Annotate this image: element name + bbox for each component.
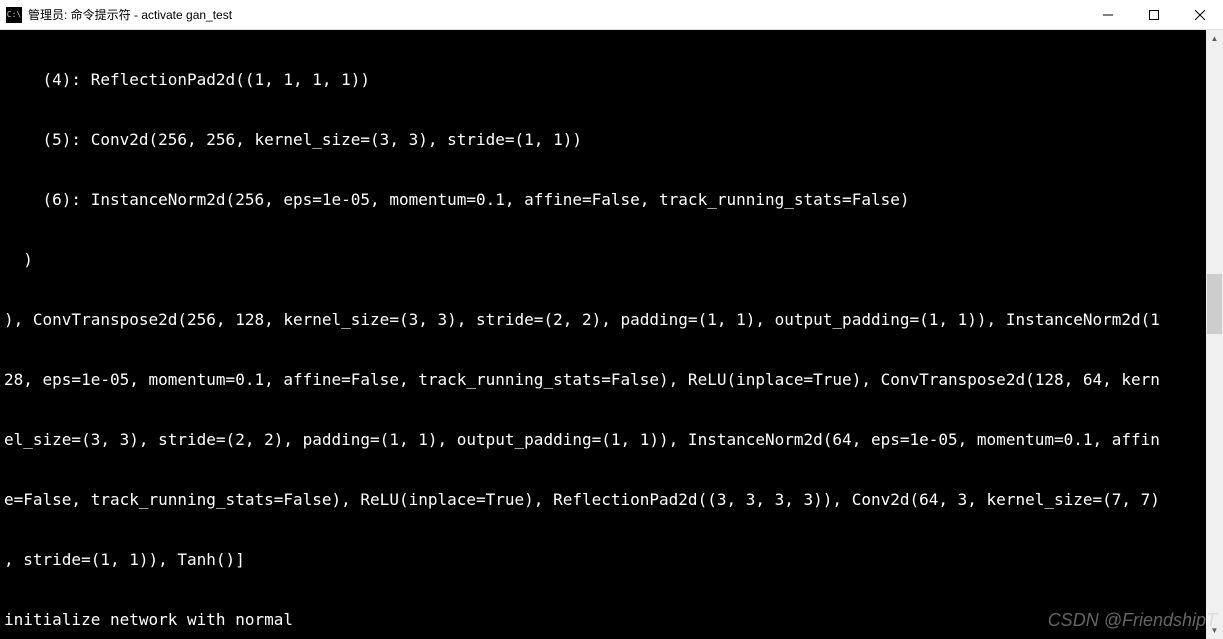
scroll-thumb[interactable]: [1207, 274, 1222, 334]
scrollbar[interactable]: ▲ ▼: [1206, 30, 1223, 639]
window-controls: [1085, 0, 1223, 29]
scroll-down-arrow[interactable]: ▼: [1206, 622, 1223, 639]
terminal-line: , stride=(1, 1)), Tanh()]: [4, 550, 1219, 570]
terminal-output[interactable]: (4): ReflectionPad2d((1, 1, 1, 1)) (5): …: [0, 30, 1223, 639]
terminal-line: e=False, track_running_stats=False), ReL…: [4, 490, 1219, 510]
terminal-line: ), ConvTranspose2d(256, 128, kernel_size…: [4, 310, 1219, 330]
terminal-line: (4): ReflectionPad2d((1, 1, 1, 1)): [4, 70, 1219, 90]
maximize-button[interactable]: [1131, 0, 1177, 29]
terminal-line: ): [4, 250, 1219, 270]
terminal-line: (5): Conv2d(256, 256, kernel_size=(3, 3)…: [4, 130, 1219, 150]
close-icon: [1195, 10, 1205, 20]
terminal-line: (6): InstanceNorm2d(256, eps=1e-05, mome…: [4, 190, 1219, 210]
terminal-line: 28, eps=1e-05, momentum=0.1, affine=Fals…: [4, 370, 1219, 390]
minimize-button[interactable]: [1085, 0, 1131, 29]
terminal-line: initialize network with normal: [4, 610, 1219, 630]
terminal-line: el_size=(3, 3), stride=(2, 2), padding=(…: [4, 430, 1219, 450]
minimize-icon: [1103, 10, 1113, 20]
close-button[interactable]: [1177, 0, 1223, 29]
maximize-icon: [1149, 10, 1159, 20]
scroll-up-arrow[interactable]: ▲: [1206, 30, 1223, 47]
window-title: 管理员: 命令提示符 - activate gan_test: [28, 6, 1085, 23]
title-bar: C:\ 管理员: 命令提示符 - activate gan_test: [0, 0, 1223, 30]
cmd-icon: C:\: [6, 7, 22, 23]
